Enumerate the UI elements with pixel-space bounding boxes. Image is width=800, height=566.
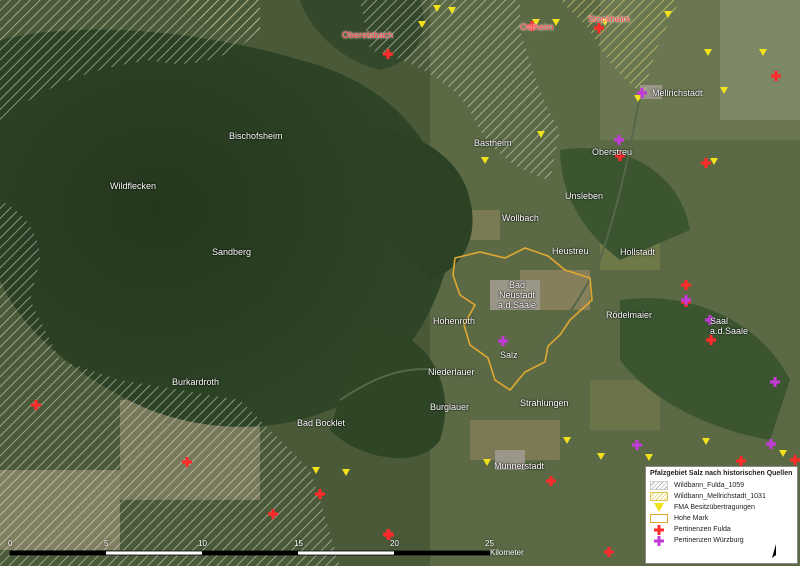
fulda-cross-marker: [268, 509, 278, 519]
wuerzburg-cross-marker: [498, 336, 508, 346]
place-label-niederlauer: Niederlauer: [428, 367, 475, 377]
fma-triangle-marker: [483, 459, 491, 466]
fma-triangle-marker: [759, 49, 767, 56]
legend-item-label: Pertinenzen Würzburg: [674, 537, 744, 544]
scale-tick-25: 25: [485, 539, 494, 548]
place-label-ostheim: Ostheim: [520, 22, 554, 32]
fma-triangle-marker: [597, 453, 605, 460]
fma-triangle-marker: [563, 437, 571, 444]
scale-tick-20: 20: [390, 539, 399, 548]
place-label-bischofsheim: Bischofsheim: [229, 131, 283, 141]
fulda-cross-marker: [771, 71, 781, 81]
fulda-cross-marker: [594, 23, 604, 33]
fma-triangle-marker: [312, 467, 320, 474]
red-cross-icon: [650, 524, 668, 535]
yellow-triangle-icon: [650, 503, 668, 512]
scale-tick-15: 15: [294, 539, 303, 548]
fma-triangle-marker: [481, 157, 489, 164]
hatch-swatch-icon: [650, 481, 668, 490]
place-label-oberelsbach: Oberelsbach: [342, 30, 394, 40]
fulda-cross-marker: [706, 335, 716, 345]
fulda-cross-marker: [681, 280, 691, 290]
fulda-cross-marker: [383, 49, 393, 59]
legend-item-hohe-mark: Hohe Mark: [650, 513, 793, 524]
wuerzburg-cross-marker: [614, 135, 624, 145]
legend-item-label: Hohe Mark: [674, 515, 709, 522]
place-label-wildflecken: Wildflecken: [110, 181, 157, 191]
scale-unit-label: Kilometer: [490, 548, 524, 557]
purple-cross-icon: [650, 535, 668, 546]
fma-triangle-marker: [704, 49, 712, 56]
legend-item-label: Wildbann_Fulda_1059: [674, 482, 745, 489]
fma-triangle-marker: [342, 469, 350, 476]
fma-triangle-marker: [645, 454, 653, 461]
place-label-hollstadt: Hollstadt: [620, 247, 656, 257]
fulda-cross-marker: [182, 457, 192, 467]
fulda-cross-marker: [701, 158, 711, 168]
place-label-strahlungen: Strahlungen: [520, 398, 569, 408]
fma-triangle-marker: [702, 438, 710, 445]
legend-title: Pfalzgebiet Salz nach historischen Quell…: [650, 470, 793, 477]
scale-tick-5: 5: [104, 539, 109, 548]
fulda-cross-marker: [315, 489, 325, 499]
fulda-cross-marker: [790, 455, 800, 465]
legend-item-wildbann-fulda: Wildbann_Fulda_1059: [650, 480, 793, 491]
fma-triangle-marker: [779, 450, 787, 457]
fma-triangle-marker: [433, 5, 441, 12]
place-label-roedelmaier: Rödelmaier: [606, 310, 653, 320]
place-label-saal: Saal a.d.Saale: [710, 316, 749, 336]
fulda-cross-marker: [383, 529, 393, 539]
place-label-muennerstadt: Münnerstadt: [494, 461, 545, 471]
place-label-bastheim: Bastheim: [474, 138, 512, 148]
fma-triangle-marker: [418, 21, 426, 28]
fma-triangle-marker: [448, 7, 456, 14]
place-label-oberstreu: Oberstreu: [592, 147, 633, 157]
scale-tick-0: 0: [8, 539, 13, 548]
fulda-cross-marker: [604, 547, 614, 557]
legend-item-wildbann-mellrichstadt: Wildbann_Mellrichstadt_1031: [650, 491, 793, 502]
fulda-cross-marker: [546, 476, 556, 486]
fma-triangle-marker: [664, 11, 672, 18]
fma-triangle-marker: [710, 158, 718, 165]
legend-item-label: Wildbann_Mellrichstadt_1031: [674, 493, 766, 500]
north-label: N: [773, 536, 779, 545]
place-label-bad-neustadt: Bad Neustadt a.d.Saale: [498, 280, 537, 310]
place-label-heustreu: Heustreu: [552, 246, 589, 256]
fma-triangle-marker: [537, 131, 545, 138]
wuerzburg-cross-marker: [632, 440, 642, 450]
scale-tick-10: 10: [198, 539, 207, 548]
wuerzburg-cross-marker: [770, 377, 780, 387]
wuerzburg-cross-marker: [766, 439, 776, 449]
place-label-wollbach: Wollbach: [502, 213, 539, 223]
place-label-bad-bocklet: Bad Bocklet: [297, 418, 346, 428]
place-label-mellrichstadt: Mellrichstadt: [652, 88, 703, 98]
place-label-sandberg: Sandberg: [212, 247, 252, 257]
legend-item-label: Pertinenzen Fulda: [674, 526, 731, 533]
place-label-burkardroth: Burkardroth: [172, 377, 220, 387]
fulda-cross-marker: [31, 400, 41, 410]
place-label-hohenroth: Hohenroth: [433, 316, 476, 326]
legend-item-label: FMA Besitzübertragungen: [674, 504, 755, 511]
scale-bar: [9, 550, 491, 556]
place-label-unsleben: Unsleben: [565, 191, 604, 201]
legend-item-fma: FMA Besitzübertragungen: [650, 502, 793, 513]
place-label-burglauer: Burglauer: [430, 402, 470, 412]
outline-swatch-icon: [650, 514, 668, 523]
map-canvas[interactable]: Oberelsbach Ostheim Stockheim Mellrichst…: [0, 0, 800, 566]
fma-triangle-marker: [720, 87, 728, 94]
place-label-salz: Salz: [500, 350, 518, 360]
fulda-cross-marker: [736, 456, 746, 466]
place-label-stockheim: Stockheim: [588, 14, 631, 24]
north-arrow-icon: N: [772, 536, 780, 558]
yellow-hatch-swatch-icon: [650, 492, 668, 501]
